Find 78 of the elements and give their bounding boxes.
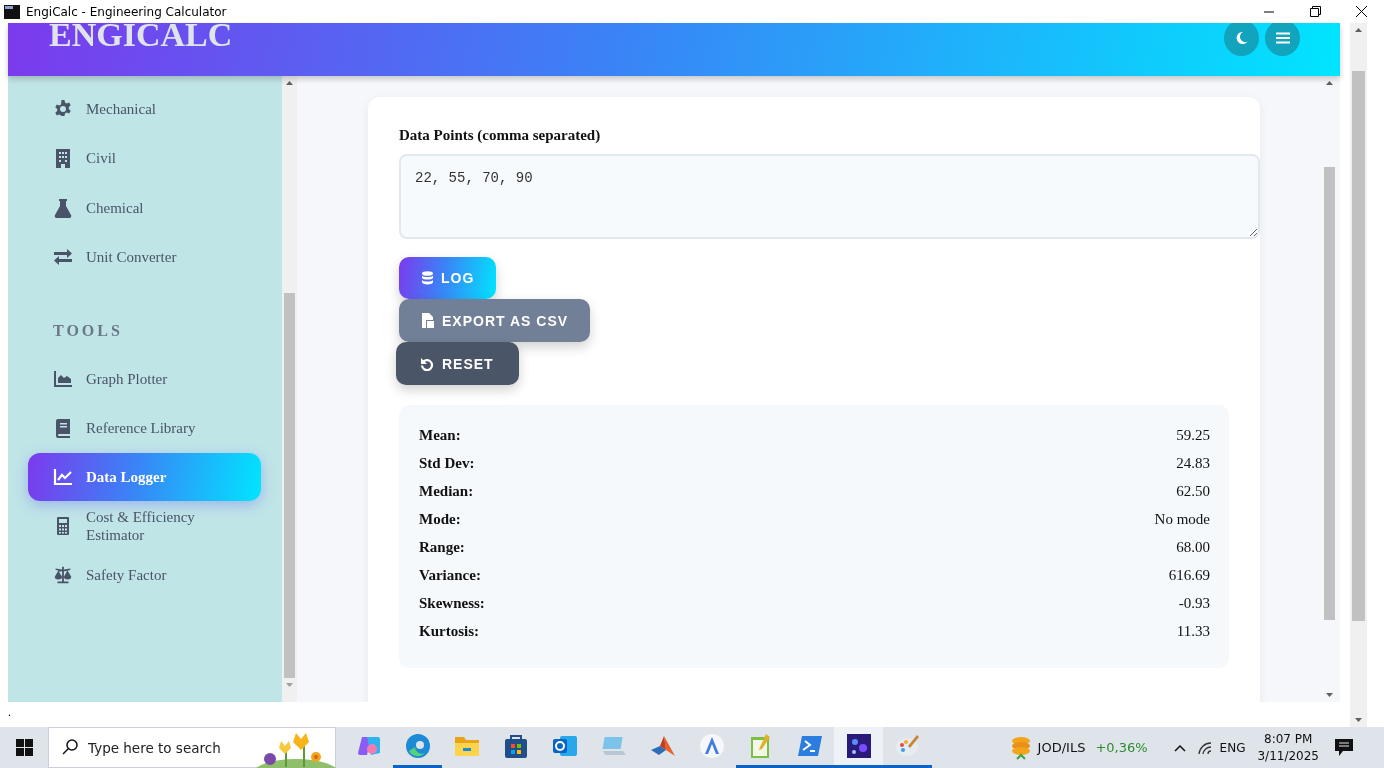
language-indicator[interactable]: ENG [1219,740,1246,755]
scale-icon [52,565,74,586]
stat-value: 62.50 [1176,482,1210,500]
stat-value: 68.00 [1176,538,1210,556]
terminal-icon[interactable] [796,735,823,757]
search-field[interactable]: Type here to search [48,727,336,768]
swap-arrows-icon [53,248,73,267]
stat-label: Std Dev: [419,454,475,472]
scroll-down-icon[interactable] [1355,718,1362,722]
scrollbar[interactable] [1350,23,1367,727]
coins-icon [1009,735,1032,760]
stat-label: Kurtosis: [419,622,479,640]
ticker-pair: JOD/ILS [1037,740,1086,755]
section-heading: TOOLS [53,322,124,340]
scrollbar[interactable] [282,76,297,702]
flask-icon [54,197,72,218]
stat-label: Mean: [419,426,461,444]
sidebar-item[interactable]: Chemical [8,183,282,233]
calculator-icon [56,515,70,536]
line-chart-icon [53,468,73,486]
stat-value: -0.93 [1178,594,1210,612]
scroll-down-icon[interactable] [1325,693,1333,697]
export-button[interactable]: EXPORT AS CSV [399,299,591,342]
stat-label: Median: [419,482,474,500]
csv-file-icon [421,313,434,328]
caret-up-icon[interactable] [1173,743,1186,752]
sidebar-item[interactable]: Civil [8,133,282,183]
sidebar-item[interactable]: Graph Plotter [8,354,282,404]
stat-value: 59.25 [1176,426,1210,444]
sidebar-item[interactable]: Mechanical [8,84,282,134]
building-icon [55,148,71,169]
field-label: Data Points (comma separated) [399,127,602,144]
restore-icon[interactable] [1309,6,1321,17]
browser-icon[interactable] [404,733,431,759]
sidebar-item[interactable]: Cost & Efficiency Estimator [8,501,282,551]
reset-button[interactable]: RESET [396,342,519,385]
folder-icon[interactable] [453,735,480,757]
stat-value: 616.69 [1168,566,1210,584]
scroll-up-icon[interactable] [286,81,293,85]
menu-icon[interactable] [1275,32,1290,44]
palette-icon[interactable] [894,733,921,759]
app-icon [4,4,20,19]
stat-value: 24.83 [1176,454,1210,472]
scroll-up-icon[interactable] [1325,81,1333,85]
dark-mode-button[interactable] [1224,23,1259,56]
stray-text: . [8,705,11,719]
stat-label: Range: [419,538,465,556]
app-logo: ENGICALC [49,23,233,53]
sidebar-item[interactable]: Data Logger [28,453,261,501]
ticker-change: +0,36% [1095,740,1148,755]
wifi-icon[interactable] [1197,741,1212,754]
stat-label: Variance: [419,566,481,584]
notification-icon[interactable] [1335,739,1353,756]
store-bag-icon[interactable] [503,733,528,759]
undo-icon [420,356,434,371]
close-icon[interactable] [1355,6,1367,17]
sidebar-item[interactable]: Safety Factor [8,550,282,600]
starfield-icon[interactable] [845,733,872,759]
area-chart-icon [53,369,73,388]
gear-icon [53,98,73,119]
data-points-field[interactable]: 22, 55, 70, 90 [399,154,1260,239]
database-icon [422,271,433,285]
clock[interactable]: 8:07 PM 3/11/2025 [1257,730,1319,765]
stat-label: Skewness: [419,594,485,612]
cone-peak-icon[interactable] [649,734,676,758]
search-icon [62,739,78,755]
windows-logo-icon[interactable] [15,739,33,756]
mail-app-icon[interactable] [551,734,578,758]
scroll-up-icon[interactable] [1355,28,1362,32]
stat-label: Mode: [419,510,461,528]
window-title: EngiCalc - Engineering Calculator [26,4,228,19]
moon-icon[interactable] [1234,31,1249,45]
compass-a-icon[interactable] [698,733,725,759]
stat-value: 11.33 [1176,622,1210,640]
sidebar-item[interactable]: Reference Library [8,403,282,453]
book-icon [55,418,71,439]
sidebar-item[interactable]: Unit Converter [8,232,282,282]
stat-value: No mode [1154,510,1210,528]
